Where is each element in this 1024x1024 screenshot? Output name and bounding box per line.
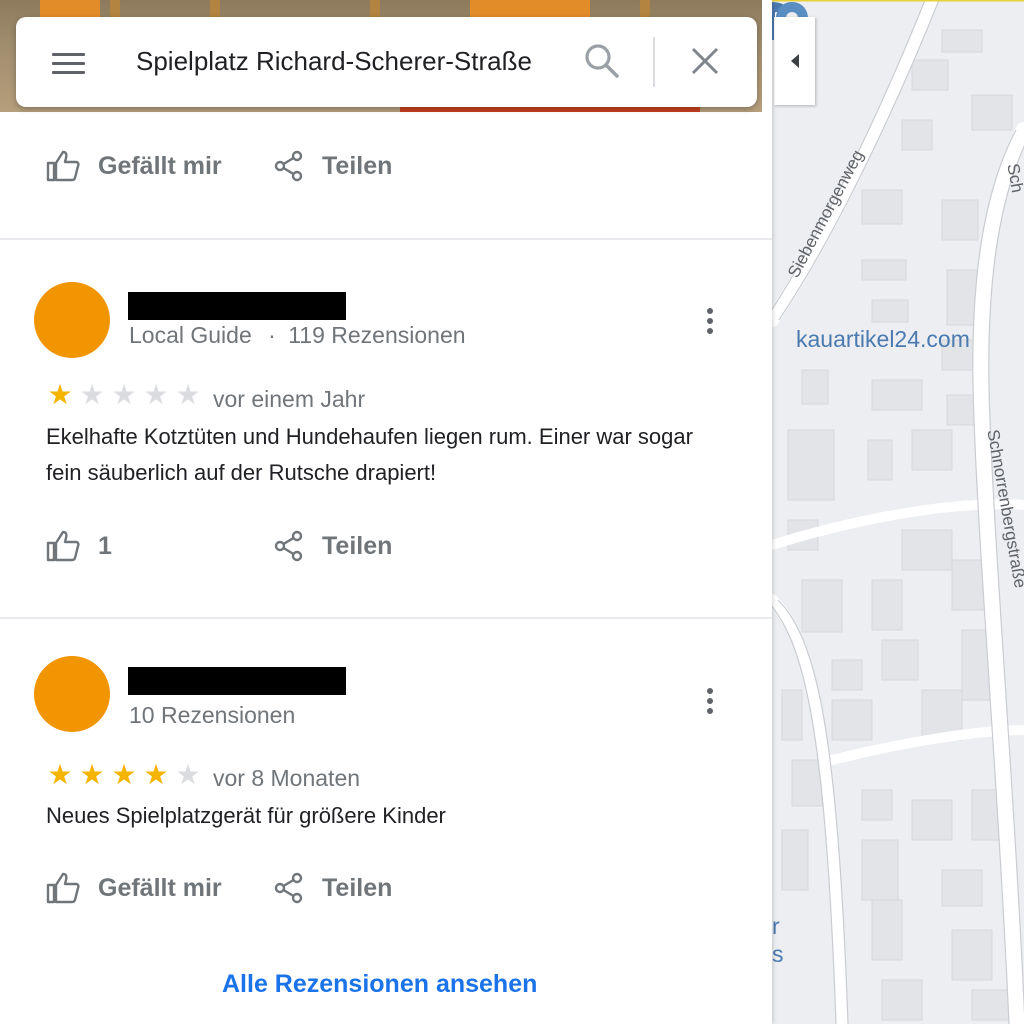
clear-search-button[interactable] — [689, 45, 721, 77]
search-separator — [653, 37, 655, 87]
section-divider — [0, 617, 772, 619]
share-review-button[interactable]: Teilen — [274, 530, 392, 562]
star-filled-icon: ★ — [79, 759, 105, 790]
menu-button[interactable] — [50, 48, 86, 78]
menu-bar — [52, 71, 85, 74]
close-icon — [691, 47, 719, 75]
kebab-dot — [707, 318, 713, 324]
star-filled-icon: ★ — [111, 759, 137, 790]
local-guide-label: Local Guide — [129, 322, 252, 348]
share-icon — [274, 872, 303, 904]
review-date: vor einem Jahr — [213, 386, 366, 412]
reviewer-meta[interactable]: 10 Rezensionen — [129, 702, 295, 729]
like-review-button[interactable]: Gefällt mir — [46, 872, 222, 904]
review-text: Ekelhafte Kotztüten und Hundehaufen lieg… — [46, 424, 693, 485]
review-text: Neues Spielplatzgerät für größere Kinder — [46, 803, 446, 828]
star-empty-icon: ★ — [143, 379, 169, 410]
map-edge-label: r s — [772, 912, 784, 968]
search-box — [16, 17, 757, 107]
side-panel: Gefällt mir Teilen Local Guide · 119 Rez… — [0, 0, 772, 1024]
star-filled-icon: ★ — [143, 759, 169, 790]
redacted-reviewer-name[interactable] — [128, 292, 346, 320]
caret-left-icon — [790, 54, 799, 68]
review-date: vor 8 Monaten — [213, 765, 361, 791]
redacted-reviewer-name[interactable] — [128, 667, 346, 695]
kebab-dot — [707, 708, 713, 714]
kebab-dot — [707, 328, 713, 334]
poi-label[interactable]: kauartikel24.com — [796, 326, 970, 353]
kebab-dot — [707, 688, 713, 694]
share-label: Teilen — [322, 873, 393, 902]
like-place-button[interactable]: Gefällt mir — [46, 150, 222, 182]
all-reviews-link[interactable]: Alle Rezensionen ansehen — [222, 970, 537, 999]
share-review-button[interactable]: Teilen — [274, 872, 392, 904]
kebab-dot — [707, 698, 713, 704]
thumbs-up-icon — [46, 872, 80, 904]
share-icon — [274, 530, 303, 562]
search-button[interactable] — [584, 43, 620, 79]
share-label: Teilen — [322, 151, 393, 180]
share-icon — [274, 150, 303, 182]
collapse-panel-button[interactable] — [774, 17, 815, 105]
star-empty-icon: ★ — [175, 759, 201, 790]
star-filled-icon: ★ — [47, 759, 73, 790]
search-icon — [585, 44, 619, 78]
search-input[interactable] — [136, 41, 556, 81]
star-rating: ★ ★ ★ ★ ★ — [44, 761, 204, 789]
reviewer-meta[interactable]: Local Guide · 119 Rezensionen — [129, 322, 466, 349]
kebab-dot — [707, 308, 713, 314]
like-review-button[interactable]: 1 — [46, 530, 112, 562]
menu-bar — [52, 53, 85, 56]
map-edge-label-line: s — [772, 941, 784, 967]
map-canvas[interactable]: Siebenmorgenweg Schnorrenbergstraße Sch … — [772, 0, 1024, 1024]
menu-bar — [52, 62, 85, 65]
street-label-partial: Sch — [1003, 162, 1024, 195]
more-options-icon[interactable] — [703, 306, 717, 336]
reviewer-avatar[interactable] — [34, 282, 110, 358]
share-label: Teilen — [322, 531, 393, 560]
star-rating: ★ ★ ★ ★ ★ — [44, 381, 204, 409]
map-edge-label-line: r — [772, 913, 780, 939]
like-count: 1 — [98, 531, 112, 560]
thumbs-up-icon — [46, 530, 80, 562]
more-options-icon[interactable] — [703, 686, 717, 716]
review-count: 119 Rezensionen — [288, 322, 466, 348]
star-empty-icon: ★ — [111, 379, 137, 410]
section-divider — [0, 238, 772, 240]
share-place-button[interactable]: Teilen — [274, 150, 392, 182]
meta-dot: · — [268, 322, 276, 348]
review-count: 10 Rezensionen — [129, 702, 296, 728]
like-label: Gefällt mir — [98, 151, 222, 180]
like-label: Gefällt mir — [98, 873, 222, 902]
star-empty-icon: ★ — [79, 379, 105, 410]
star-empty-icon: ★ — [175, 379, 201, 410]
photo-detail — [40, 0, 100, 18]
photo-detail — [470, 0, 590, 18]
reviewer-avatar[interactable] — [34, 656, 110, 732]
thumbs-up-icon — [46, 150, 80, 182]
star-filled-icon: ★ — [47, 379, 73, 410]
map-streets-drawing — [772, 0, 1024, 1024]
